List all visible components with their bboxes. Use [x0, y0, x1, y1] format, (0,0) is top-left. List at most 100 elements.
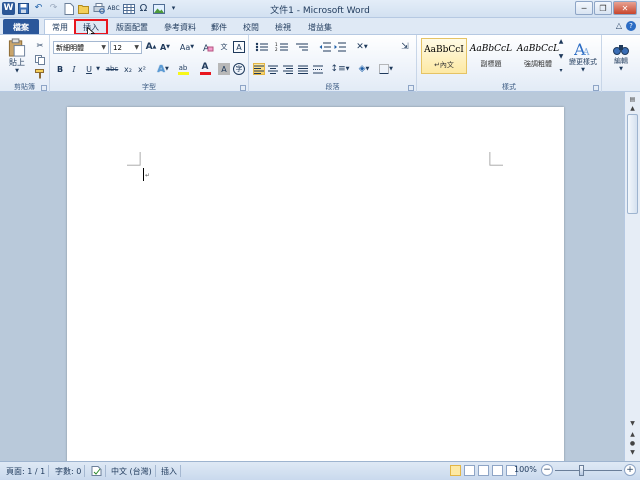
- next-page-icon[interactable]: ▼: [627, 448, 638, 457]
- scroll-down-icon[interactable]: ▼: [627, 419, 638, 428]
- change-case-button[interactable]: Aa ▼: [178, 41, 196, 53]
- align-left-button[interactable]: [253, 63, 265, 75]
- zoom-in-button[interactable]: +: [624, 464, 636, 476]
- font-color-button[interactable]: A: [196, 62, 214, 76]
- document-page[interactable]: ↵: [67, 107, 564, 467]
- tab-add-ins[interactable]: 增益集: [302, 19, 338, 35]
- font-name-combo[interactable]: 新細明體 ▼: [53, 41, 109, 54]
- zoom-slider-track[interactable]: [555, 470, 622, 471]
- paint-bucket-icon: ◈: [358, 64, 366, 74]
- justify-icon[interactable]: [297, 63, 309, 75]
- page-indicator[interactable]: 頁面: 1 / 1: [3, 465, 50, 477]
- outline-view-icon[interactable]: [492, 465, 503, 476]
- clipboard-launcher-icon[interactable]: [41, 85, 47, 91]
- web-layout-icon[interactable]: [478, 465, 489, 476]
- tab-home[interactable]: 常用: [44, 19, 76, 35]
- svg-text:2: 2: [275, 47, 278, 52]
- close-button[interactable]: ✕: [613, 1, 637, 15]
- help-icon[interactable]: ?: [626, 21, 636, 31]
- zoom-level[interactable]: 100%: [514, 465, 537, 474]
- change-styles-button[interactable]: AA 變更樣式 ▼: [567, 38, 599, 76]
- styles-down-icon[interactable]: ▼: [559, 53, 564, 60]
- underline-button[interactable]: U: [83, 63, 95, 75]
- tab-references[interactable]: 參考資料: [160, 19, 200, 35]
- borders-button[interactable]: ▼: [377, 63, 395, 75]
- styles-launcher-icon[interactable]: [593, 85, 599, 91]
- styles-more-icon[interactable]: ▾: [559, 67, 562, 74]
- show-hide-marks-icon[interactable]: ⇲: [399, 41, 411, 53]
- bullets-button[interactable]: [253, 41, 271, 53]
- change-case-glyph: Aa: [179, 42, 191, 52]
- enclose-characters-icon[interactable]: 字: [233, 63, 245, 75]
- superscript-button[interactable]: x²: [136, 63, 148, 75]
- styles-group-label: 樣式: [502, 83, 516, 91]
- asian-layout-icon: ✕: [356, 42, 364, 52]
- align-right-icon[interactable]: [282, 63, 294, 75]
- view-ruler-icon[interactable]: ▤: [627, 95, 638, 104]
- previous-page-icon[interactable]: ▲: [627, 430, 638, 439]
- shrink-font-button[interactable]: A ▼: [159, 41, 171, 53]
- paste-button[interactable]: 貼上 ▼: [5, 38, 29, 74]
- minimize-ribbon-icon[interactable]: △: [616, 21, 622, 31]
- align-center-icon[interactable]: [267, 63, 279, 75]
- grow-font-button[interactable]: A ▲: [145, 41, 157, 53]
- proofing-icon[interactable]: [88, 465, 106, 477]
- shading-button[interactable]: ◈ ▼: [355, 63, 373, 75]
- margin-corner-top-left: [127, 152, 141, 166]
- styles-scroll: ▲ ▼ ▾: [557, 38, 565, 74]
- increase-indent-icon[interactable]: [334, 41, 346, 53]
- style-strong-sample: AaBbCcL: [516, 44, 560, 54]
- styles-up-icon[interactable]: ▲: [559, 38, 564, 45]
- select-browse-object-icon[interactable]: ●: [627, 439, 638, 448]
- insert-mode-indicator[interactable]: 插入: [158, 465, 181, 477]
- bold-button[interactable]: B: [54, 63, 66, 75]
- character-shading-icon[interactable]: A: [218, 63, 230, 75]
- word-count[interactable]: 字數: 0: [52, 465, 86, 477]
- style-normal[interactable]: AaBbCcI ↵內文: [421, 38, 467, 74]
- subscript-button[interactable]: x₂: [122, 63, 134, 75]
- format-painter-icon[interactable]: [34, 68, 46, 80]
- text-effects-button[interactable]: A ▼: [154, 62, 172, 76]
- highlight-button[interactable]: ab: [174, 62, 192, 76]
- strikethrough-button[interactable]: abc: [104, 63, 120, 75]
- character-border-icon[interactable]: A: [233, 41, 245, 53]
- full-screen-reading-icon[interactable]: [464, 465, 475, 476]
- restore-button[interactable]: ❐: [594, 1, 612, 15]
- zoom-slider-thumb[interactable]: [579, 465, 584, 476]
- bullets-icon: [255, 42, 268, 52]
- numbering-button[interactable]: 12: [273, 41, 291, 53]
- font-size-combo[interactable]: 12 ▼: [110, 41, 142, 54]
- multilevel-list-button[interactable]: [293, 41, 311, 53]
- paste-label: 貼上: [9, 58, 25, 67]
- font-launcher-icon[interactable]: [240, 85, 246, 91]
- distributed-icon[interactable]: [312, 63, 324, 75]
- tab-view[interactable]: 檢視: [270, 19, 296, 35]
- decrease-indent-icon[interactable]: [319, 41, 331, 53]
- underline-dropdown-icon[interactable]: ▼: [95, 63, 101, 75]
- window-title: 文件1 - Microsoft Word: [270, 6, 370, 16]
- scroll-thumb[interactable]: [627, 114, 638, 214]
- print-layout-view-icon[interactable]: [450, 465, 461, 476]
- line-spacing-button[interactable]: ↕≡ ▼: [331, 63, 350, 75]
- style-subtitle[interactable]: AaBbCcL 副標題: [468, 38, 514, 74]
- zoom-out-button[interactable]: −: [541, 464, 553, 476]
- tab-file[interactable]: 檔案: [3, 19, 39, 35]
- italic-button[interactable]: I: [68, 63, 80, 75]
- language-indicator[interactable]: 中文 (台灣): [108, 465, 156, 477]
- cut-icon[interactable]: ✂: [34, 39, 46, 51]
- vertical-scrollbar[interactable]: ▤ ▲ ▼ ▲ ● ▼: [624, 92, 640, 461]
- tab-review[interactable]: 校閱: [238, 19, 264, 35]
- tab-mailings[interactable]: 郵件: [206, 19, 232, 35]
- asian-layout-button[interactable]: ✕ ▼: [353, 41, 371, 53]
- svg-text:A: A: [582, 48, 590, 57]
- align-left-icon: [254, 65, 264, 74]
- scroll-up-icon[interactable]: ▲: [627, 104, 638, 113]
- editing-button[interactable]: 編輯 ▼: [608, 38, 634, 76]
- phonetic-guide-icon[interactable]: 文: [218, 41, 230, 53]
- copy-icon[interactable]: [34, 54, 46, 66]
- paragraph-launcher-icon[interactable]: [408, 85, 414, 91]
- clear-formatting-icon[interactable]: A: [202, 41, 214, 53]
- style-strong[interactable]: AaBbCcL 強調粗體: [515, 38, 561, 74]
- minimize-button[interactable]: ─: [575, 1, 593, 15]
- tab-page-layout[interactable]: 版面配置: [112, 19, 152, 35]
